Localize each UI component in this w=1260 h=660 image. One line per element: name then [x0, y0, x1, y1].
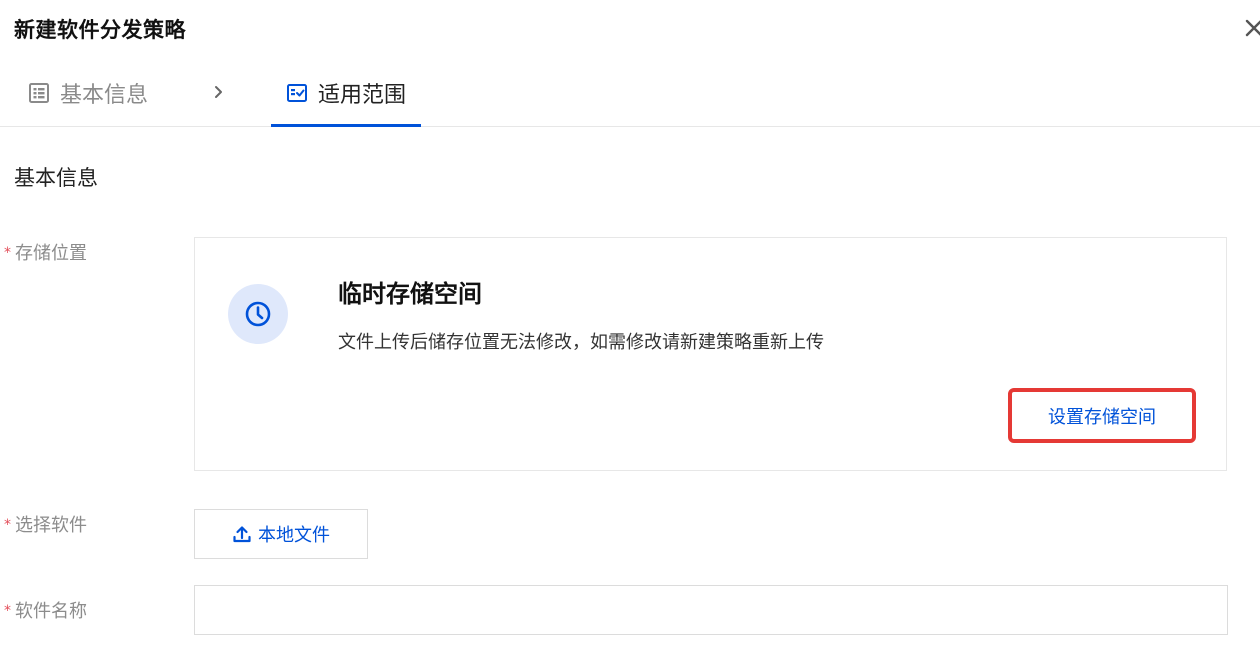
- local-file-label: 本地文件: [258, 525, 330, 546]
- storage-card-title: 临时存储空间: [338, 280, 482, 308]
- step-nav: 基本信息 适用范围: [0, 60, 1260, 127]
- step-label: 适用范围: [317, 83, 406, 108]
- checklist-icon: [286, 82, 308, 104]
- chevron-right-icon: [215, 86, 222, 98]
- software-name-input[interactable]: [194, 585, 1228, 635]
- storage-location-label: * 存储位置: [4, 239, 87, 265]
- label-text: 存储位置: [15, 243, 87, 264]
- label-text: 选择软件: [15, 515, 87, 536]
- close-icon[interactable]: [1244, 18, 1260, 38]
- software-name-label: * 软件名称: [4, 597, 87, 623]
- step-scope[interactable]: 适用范围: [271, 60, 421, 127]
- clock-icon: [245, 301, 271, 327]
- list-doc-icon: [28, 82, 50, 104]
- dialog-title: 新建软件分发策略: [14, 18, 186, 42]
- local-file-button[interactable]: 本地文件: [194, 509, 368, 559]
- select-software-label: * 选择软件: [4, 511, 87, 537]
- step-basic-info[interactable]: 基本信息: [28, 60, 148, 126]
- upload-icon: [232, 524, 252, 544]
- storage-card-description: 文件上传后储存位置无法修改，如需修改请新建策略重新上传: [338, 332, 824, 353]
- storage-card: 临时存储空间 文件上传后储存位置无法修改，如需修改请新建策略重新上传 设置存储空…: [194, 237, 1227, 471]
- software-distribution-dialog: 新建软件分发策略 基本信息 适用范围 基本信息 * 存储位置 临时存储空间 文件…: [0, 0, 1260, 660]
- clock-badge: [228, 284, 288, 344]
- required-mark: *: [4, 245, 11, 261]
- section-title: 基本信息: [14, 166, 98, 190]
- set-storage-button[interactable]: 设置存储空间: [1008, 388, 1196, 443]
- label-text: 软件名称: [15, 601, 87, 622]
- required-mark: *: [4, 603, 11, 619]
- required-mark: *: [4, 517, 11, 533]
- step-label: 基本信息: [60, 83, 149, 108]
